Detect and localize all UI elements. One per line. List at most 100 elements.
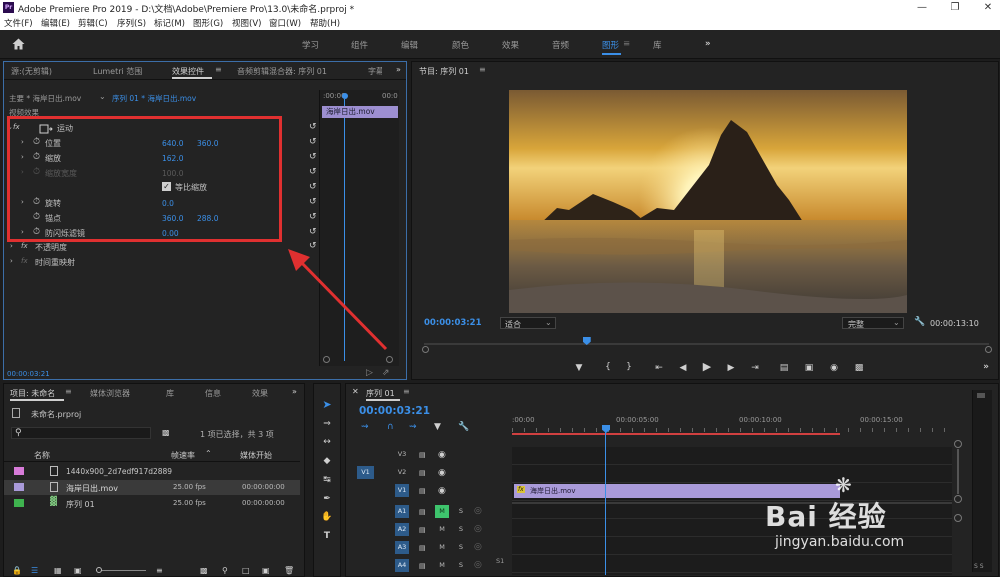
- workspace-graphics[interactable]: 图形: [602, 39, 619, 51]
- workspace-libraries[interactable]: 库: [653, 39, 662, 51]
- program-tab[interactable]: 节目: 序列 01: [419, 66, 469, 77]
- compare-icon[interactable]: ▩: [852, 363, 866, 373]
- fx-badge[interactable]: fx: [517, 486, 525, 493]
- reset-icon[interactable]: ↺: [309, 138, 318, 147]
- microphone-icon[interactable]: ◎: [474, 542, 482, 552]
- minimize-icon[interactable]: —: [912, 1, 932, 15]
- menu-file[interactable]: 文件(F): [4, 17, 33, 29]
- workspace-effects[interactable]: 效果: [502, 39, 519, 51]
- freeform-view-icon[interactable]: ▣: [74, 566, 82, 575]
- step-back-icon[interactable]: ◀: [678, 363, 688, 373]
- track-target-a2[interactable]: A2: [395, 523, 409, 536]
- ripple-edit-tool-icon[interactable]: ↔: [318, 437, 336, 447]
- add-marker-icon[interactable]: ▼: [574, 363, 584, 373]
- zoom-slider-handle[interactable]: [96, 567, 102, 573]
- expand-arrow-icon[interactable]: ›: [10, 257, 13, 265]
- track-target-a1[interactable]: A1: [395, 505, 409, 518]
- source-patch-v1[interactable]: V1: [357, 466, 374, 479]
- label-color-swatch[interactable]: [14, 499, 24, 507]
- zoom-handle[interactable]: [985, 346, 992, 353]
- track-select-tool-icon[interactable]: ⇒: [318, 419, 336, 429]
- list-view-icon[interactable]: ☰: [31, 566, 38, 575]
- tab-info[interactable]: 信息: [205, 388, 221, 399]
- list-item[interactable]: 1440x900_2d7edf917d2889: [4, 464, 300, 479]
- tab-menu-icon[interactable]: ≡: [403, 387, 410, 396]
- more-workspaces-icon[interactable]: »: [705, 39, 711, 49]
- reset-icon[interactable]: ↺: [309, 168, 318, 177]
- workspace-learn[interactable]: 学习: [302, 39, 319, 51]
- reset-icon[interactable]: ↺: [309, 153, 318, 162]
- eye-icon[interactable]: ◉: [438, 486, 446, 496]
- lift-icon[interactable]: ▤: [777, 363, 791, 373]
- sync-lock-icon[interactable]: ▤: [419, 525, 426, 535]
- fx-badge[interactable]: fx: [21, 242, 28, 250]
- export-frame-icon[interactable]: ⇗: [382, 368, 390, 378]
- vertical-scrollbar[interactable]: [957, 449, 959, 494]
- track-target-v2[interactable]: V2: [395, 466, 409, 479]
- timeline-timecode[interactable]: 00:00:03:21: [359, 405, 430, 417]
- find-icon[interactable]: ⚲: [222, 566, 228, 575]
- sync-lock-icon[interactable]: ▤: [419, 486, 426, 496]
- tab-media-browser[interactable]: 媒体浏览器: [90, 388, 130, 399]
- effect-controls-timecode[interactable]: 00:00:03:21: [7, 370, 50, 378]
- timeline-ruler[interactable]: [512, 428, 952, 432]
- menu-edit[interactable]: 编辑(E): [41, 17, 70, 29]
- menu-clip[interactable]: 剪辑(C): [78, 17, 108, 29]
- automate-icon[interactable]: ▩: [200, 566, 208, 575]
- track-target-v1[interactable]: V1: [395, 484, 409, 497]
- microphone-icon[interactable]: ◎: [474, 524, 482, 534]
- tab-effect-controls[interactable]: 效果控件: [172, 66, 204, 77]
- solo-a4-button[interactable]: S: [454, 559, 468, 572]
- reset-icon[interactable]: ↺: [309, 228, 318, 237]
- go-to-in-icon[interactable]: ⇤: [652, 363, 666, 373]
- scroll-handle[interactable]: [954, 440, 962, 448]
- reset-icon[interactable]: ↺: [309, 183, 318, 192]
- column-frame-rate[interactable]: 帧速率: [171, 450, 195, 461]
- eye-icon[interactable]: ◉: [438, 468, 446, 478]
- new-bin-icon[interactable]: ▩: [162, 428, 170, 437]
- linked-selection-icon[interactable]: ⇝: [409, 422, 417, 432]
- reset-icon[interactable]: ↺: [309, 123, 318, 132]
- workspace-color[interactable]: 颜色: [452, 39, 469, 51]
- wrench-icon[interactable]: 🔧: [458, 422, 469, 432]
- sync-lock-icon[interactable]: ▤: [419, 543, 426, 553]
- mute-a1-button[interactable]: M: [435, 505, 449, 518]
- extract-icon[interactable]: ▣: [802, 363, 816, 373]
- tab-effects[interactable]: 效果: [252, 388, 268, 399]
- new-item-icon[interactable]: ▣: [262, 566, 270, 575]
- tab-audio-clip-mixer[interactable]: 音频剪辑混合器: 序列 01: [237, 66, 327, 77]
- workspace-assembly[interactable]: 组件: [351, 39, 368, 51]
- list-item[interactable]: ▓ 序列 01 25.00 fps 00:00:00:00: [4, 496, 300, 511]
- slip-tool-icon[interactable]: ↹: [318, 475, 336, 485]
- home-icon[interactable]: [12, 38, 25, 50]
- master-clip-label[interactable]: 主要 * 海岸日出.mov: [9, 93, 81, 104]
- more-tabs-icon[interactable]: »: [292, 387, 297, 396]
- mute-a2-button[interactable]: M: [435, 523, 449, 536]
- menu-window[interactable]: 窗口(W): [269, 17, 301, 29]
- menu-sequence[interactable]: 序列(S): [117, 17, 146, 29]
- tab-lumetri-scopes[interactable]: Lumetri 范围: [93, 66, 142, 77]
- hand-tool-icon[interactable]: ✋: [318, 512, 336, 522]
- column-name[interactable]: 名称: [34, 450, 50, 461]
- zoom-handle[interactable]: [422, 346, 429, 353]
- solo-a2-button[interactable]: S: [454, 523, 468, 536]
- program-scrubber[interactable]: [424, 343, 989, 345]
- selection-tool-icon[interactable]: ➤: [318, 398, 336, 412]
- mini-playhead[interactable]: [342, 93, 348, 99]
- go-to-out-icon[interactable]: ⇥: [748, 363, 762, 373]
- step-forward-icon[interactable]: ▶: [726, 363, 736, 373]
- track-target-a3[interactable]: A3: [395, 541, 409, 554]
- snap-icon[interactable]: ∩: [387, 422, 394, 432]
- new-bin-icon[interactable]: □: [242, 566, 250, 575]
- work-area-bar[interactable]: [512, 433, 840, 435]
- label-color-swatch[interactable]: [14, 467, 24, 475]
- menu-graphics[interactable]: 图形(G): [193, 17, 223, 29]
- icon-view-icon[interactable]: ▦: [54, 566, 62, 575]
- restore-icon[interactable]: ❐: [945, 1, 965, 15]
- track-target-a4[interactable]: A4: [395, 559, 409, 572]
- mini-timeline-clip[interactable]: 海岸日出.mov: [322, 106, 398, 118]
- microphone-icon[interactable]: ◎: [474, 560, 482, 570]
- tab-source[interactable]: 源:(无剪辑): [11, 66, 52, 77]
- column-media-start[interactable]: 媒体开始: [240, 450, 272, 461]
- razor-tool-icon[interactable]: ◆: [318, 456, 336, 466]
